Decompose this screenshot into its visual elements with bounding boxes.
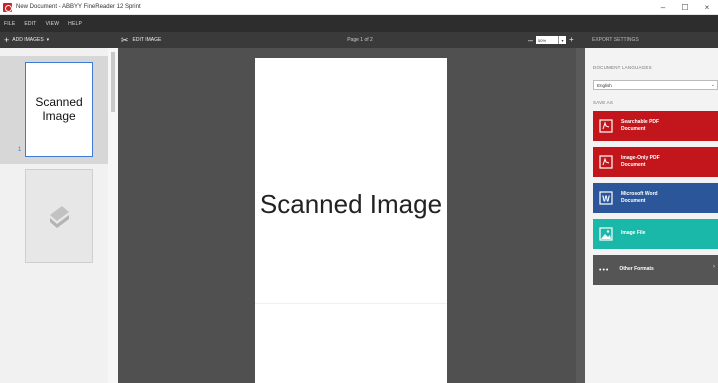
- more-icon: •••: [599, 266, 610, 274]
- app-logo-icon: [3, 2, 12, 12]
- image-file-label: Image File: [621, 230, 646, 237]
- export-settings-panel: DOCUMENT LANGUAGES English ⌄ SAVE AS Sea…: [585, 48, 718, 383]
- chevron-down-icon: ⌄: [710, 82, 715, 88]
- image-only-pdf-label: Image-Only PDF Document: [621, 154, 660, 169]
- searchable-pdf-label: Searchable PDF Document: [621, 118, 660, 133]
- page-footer-area: [255, 303, 447, 383]
- menu-bar: FILE EDIT VIEW HELP: [0, 15, 718, 32]
- zoom-in-button[interactable]: +: [569, 36, 574, 44]
- menu-file[interactable]: FILE: [4, 21, 15, 27]
- word-icon: W: [599, 191, 613, 205]
- window-controls: – ☐ ×: [652, 0, 718, 15]
- edit-tools-icon: ✂: [121, 34, 129, 45]
- toolbar: + ADD IMAGES ▾ ✂ EDIT IMAGE Page 1 of 2 …: [0, 32, 718, 48]
- zoom-input[interactable]: 50%: [536, 36, 558, 44]
- thumbnails-scrollbar[interactable]: [108, 48, 118, 383]
- save-as-label: SAVE AS: [593, 100, 614, 105]
- plus-icon: +: [4, 34, 10, 45]
- add-images-button[interactable]: + ADD IMAGES ▾: [4, 32, 49, 48]
- other-formats-label: Other Formats: [619, 266, 654, 273]
- chevron-right-icon: ›: [713, 264, 715, 270]
- add-images-label: ADD IMAGES: [12, 37, 44, 43]
- scrollbar-thumb[interactable]: [111, 52, 115, 112]
- edit-image-button[interactable]: ✂ EDIT IMAGE: [121, 32, 161, 48]
- menu-edit[interactable]: EDIT: [24, 21, 36, 27]
- pdf-icon: [599, 119, 613, 133]
- export-settings-header: EXPORT SETTINGS: [592, 37, 639, 43]
- microsoft-word-label: Microsoft Word Document: [621, 190, 658, 205]
- microsoft-word-button[interactable]: W Microsoft Word Document: [593, 183, 718, 213]
- add-scan-thumbnail[interactable]: [25, 169, 93, 263]
- searchable-pdf-button[interactable]: Searchable PDF Document: [593, 111, 718, 141]
- document-languages-label: DOCUMENT LANGUAGES: [593, 65, 652, 70]
- maximize-button[interactable]: ☐: [674, 0, 696, 15]
- thumbnail-label: Scanned Image: [35, 94, 83, 123]
- thumbnail-page-number: 1: [18, 147, 22, 153]
- document-page[interactable]: Scanned Image: [255, 58, 447, 383]
- zoom-out-button[interactable]: –: [528, 35, 536, 45]
- title-bar: New Document - ABBYY FineReader 12 Sprin…: [0, 0, 718, 15]
- menu-view[interactable]: VIEW: [46, 21, 60, 27]
- image-only-pdf-button[interactable]: Image-Only PDF Document: [593, 147, 718, 177]
- zoom-dropdown-button[interactable]: ▾: [558, 36, 566, 44]
- language-value: English: [597, 82, 612, 88]
- document-canvas: Scanned Image: [118, 48, 585, 383]
- close-button[interactable]: ×: [696, 0, 718, 15]
- edit-image-label: EDIT IMAGE: [132, 37, 162, 43]
- minimize-button[interactable]: –: [652, 0, 674, 15]
- language-select[interactable]: English ⌄: [593, 80, 718, 90]
- window-title: New Document - ABBYY FineReader 12 Sprin…: [16, 4, 141, 10]
- pdf-icon: [599, 155, 613, 169]
- page-thumbnail-1[interactable]: Scanned Image: [25, 62, 93, 157]
- image-file-button[interactable]: Image File: [593, 219, 718, 249]
- canvas-scrollbar[interactable]: [576, 48, 585, 383]
- image-icon: [599, 227, 613, 241]
- page-indicator: Page 1 of 2: [347, 37, 373, 43]
- scanner-icon: [50, 206, 69, 228]
- zoom-control: – 50% ▾ +: [528, 35, 574, 45]
- page-content-text: Scanned Image: [259, 188, 443, 219]
- chevron-down-icon: ▾: [46, 37, 50, 43]
- svg-text:W: W: [602, 195, 610, 204]
- menu-help[interactable]: HELP: [68, 21, 82, 27]
- other-formats-button[interactable]: ••• Other Formats ›: [593, 255, 718, 285]
- page-thumbnails-panel: Scanned Image 1: [0, 48, 118, 383]
